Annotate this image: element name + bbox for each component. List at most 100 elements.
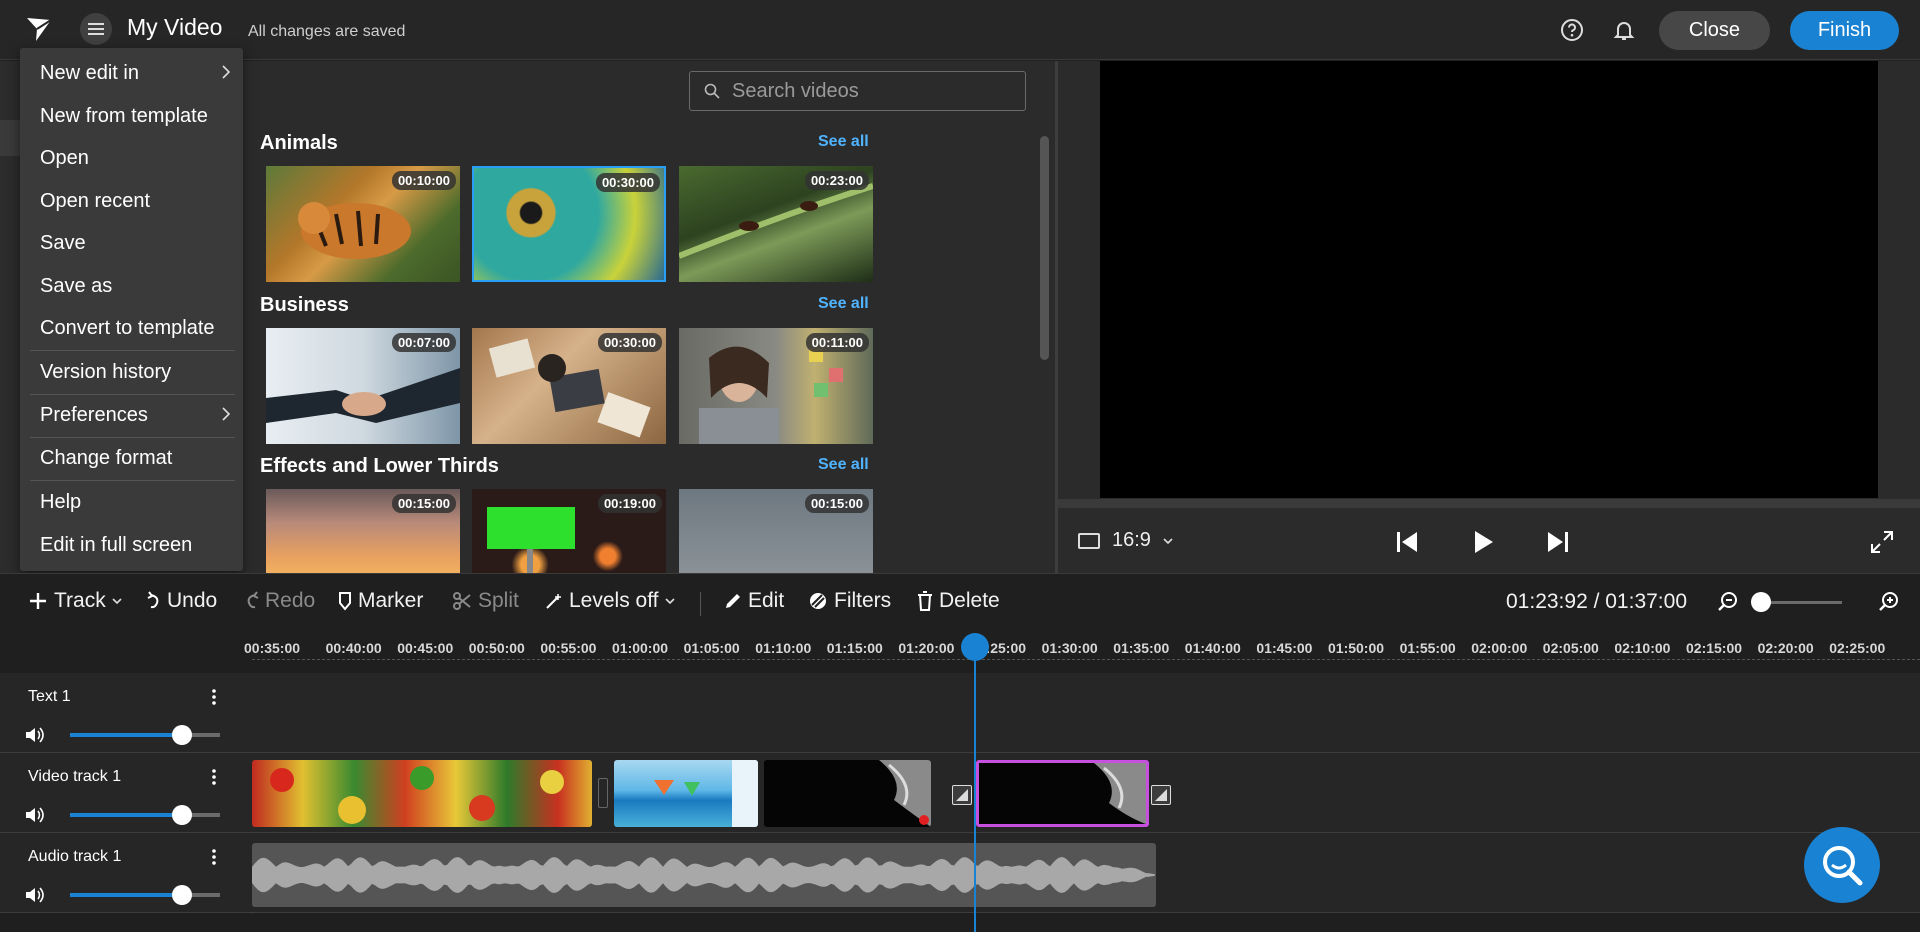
video-thumb-grey-texture[interactable]: 00:15:00 [679,489,873,573]
fullscreen-button[interactable] [1866,528,1898,556]
video-thumb-handshake[interactable]: 00:07:00 [266,328,460,444]
marker-button[interactable]: Marker [338,589,423,613]
video-clip-dark-smoke-selected[interactable] [976,760,1149,827]
split-button[interactable]: Split [452,589,519,613]
play-icon [1475,531,1493,553]
menu-item-save[interactable]: Save [20,223,243,263]
search-icon [704,83,720,99]
track-name[interactable]: Audio track 1 [28,848,121,866]
transition-icon[interactable] [952,785,972,805]
aspect-ratio-dropdown[interactable]: 16:9 [1078,529,1173,552]
video-thumb-green-screen[interactable]: 00:19:00 [472,489,666,573]
menu-item-new-edit-in[interactable]: New edit in [20,53,243,93]
speaker-icon[interactable] [24,805,46,825]
edit-button[interactable]: Edit [724,589,784,613]
menu-separator [30,350,235,351]
help-search-button[interactable] [1804,827,1880,903]
add-track-button[interactable]: Track [28,589,122,613]
left-panel-strip [0,120,20,156]
duration-badge: 00:23:00 [804,171,869,190]
menu-item-version-history[interactable]: Version history [20,352,243,392]
levels-dropdown[interactable]: Levels off [545,589,675,613]
video-clip-beach-drinks[interactable] [614,760,758,827]
ruler-tick-label: 01:20:00 [898,640,955,656]
speaker-icon[interactable] [24,725,46,745]
play-button[interactable] [1467,528,1499,556]
kebab-menu-icon[interactable] [206,687,222,707]
preview-scrub-bar[interactable] [1058,499,1920,508]
library-scrollbar[interactable] [1040,136,1049,360]
track-volume-slider[interactable] [70,805,220,825]
video-thumb-chameleon[interactable]: 00:30:00 [472,166,666,282]
volume-slider-handle[interactable] [172,805,192,825]
menu-item-new-from-template[interactable]: New from template [20,96,243,136]
kebab-menu-icon[interactable] [206,847,222,867]
zoom-slider[interactable] [1762,601,1842,604]
see-all-effects-link[interactable]: See all [818,456,869,474]
search-input[interactable]: Search videos [689,71,1026,111]
audio-clip[interactable] [252,843,1156,907]
video-clip-dark-smoke-1[interactable] [764,760,931,827]
track-volume-slider[interactable] [70,725,220,745]
undo-button[interactable]: Undo [147,589,217,613]
delete-button[interactable]: Delete [917,589,1000,613]
trash-icon [918,591,932,611]
zoom-in-icon[interactable] [1878,591,1900,618]
see-all-business-link[interactable]: See all [818,295,869,313]
ruler-tick-label: 02:00:00 [1471,640,1528,656]
hamburger-menu-button[interactable] [80,13,112,45]
playhead-handle[interactable] [961,633,989,661]
ruler-tick-label: 02:05:00 [1542,640,1599,656]
menu-item-convert-to-template[interactable]: Convert to template [20,308,243,348]
video-thumb-tiger[interactable]: 00:10:00 [266,166,460,282]
video-thumb-sticky-notes[interactable]: 00:11:00 [679,328,873,444]
menu-item-preferences[interactable]: Preferences [20,395,243,435]
help-icon[interactable] [1558,16,1586,44]
ruler-tick-label: 02:15:00 [1686,640,1743,656]
video-clip-vegetables[interactable] [252,760,592,827]
chevron-down-icon [112,598,122,605]
edit-label: Edit [748,589,785,612]
volume-slider-handle[interactable] [172,885,192,905]
video-thumb-laptop[interactable]: 00:30:00 [472,328,666,444]
volume-slider-handle[interactable] [172,725,192,745]
finish-button[interactable]: Finish [1790,11,1899,50]
transition-icon[interactable] [1151,785,1171,805]
kebab-menu-icon[interactable] [206,767,222,787]
duration-badge: 00:07:00 [391,333,456,352]
zoom-slider-handle[interactable] [1751,592,1771,612]
clip-gap-handle[interactable] [598,778,608,808]
track-volume-slider[interactable] [70,885,220,905]
menu-item-open[interactable]: Open [20,138,243,178]
skip-to-start-button[interactable] [1391,528,1423,556]
close-button[interactable]: Close [1659,11,1770,50]
filters-button[interactable]: Filters [808,589,891,613]
toolbar-separator [700,592,701,616]
project-title[interactable]: My Video [127,14,222,41]
skip-forward-icon [1548,532,1568,552]
see-all-animals-link[interactable]: See all [818,133,869,151]
menu-item-label: Version history [40,360,172,383]
track-lane-text-1[interactable] [252,673,1920,753]
redo-button[interactable]: Redo [245,589,315,613]
track-name[interactable]: Text 1 [28,688,71,706]
menu-item-save-as[interactable]: Save as [20,266,243,306]
section-title-animals: Animals [260,132,338,154]
notification-bell-icon[interactable] [1610,16,1638,44]
video-thumb-ants[interactable]: 00:23:00 [679,166,873,282]
menu-item-label: Open [40,146,89,169]
app-logo-icon[interactable] [24,14,54,44]
menu-item-label: New from template [40,104,208,127]
video-preview[interactable] [1100,61,1878,498]
skip-to-end-button[interactable] [1542,528,1574,556]
ruler-tick-label: 01:00:00 [612,640,669,656]
menu-item-change-format[interactable]: Change format [20,438,243,478]
zoom-out-icon[interactable] [1717,591,1739,618]
track-name[interactable]: Video track 1 [28,768,121,786]
menu-item-help[interactable]: Help [20,482,243,522]
menu-item-open-recent[interactable]: Open recent [20,181,243,221]
menu-item-label: Convert to template [40,316,215,339]
video-thumb-light-leak[interactable]: 00:15:00 [266,489,460,573]
menu-item-edit-full-screen[interactable]: Edit in full screen [20,525,243,565]
speaker-icon[interactable] [24,885,46,905]
